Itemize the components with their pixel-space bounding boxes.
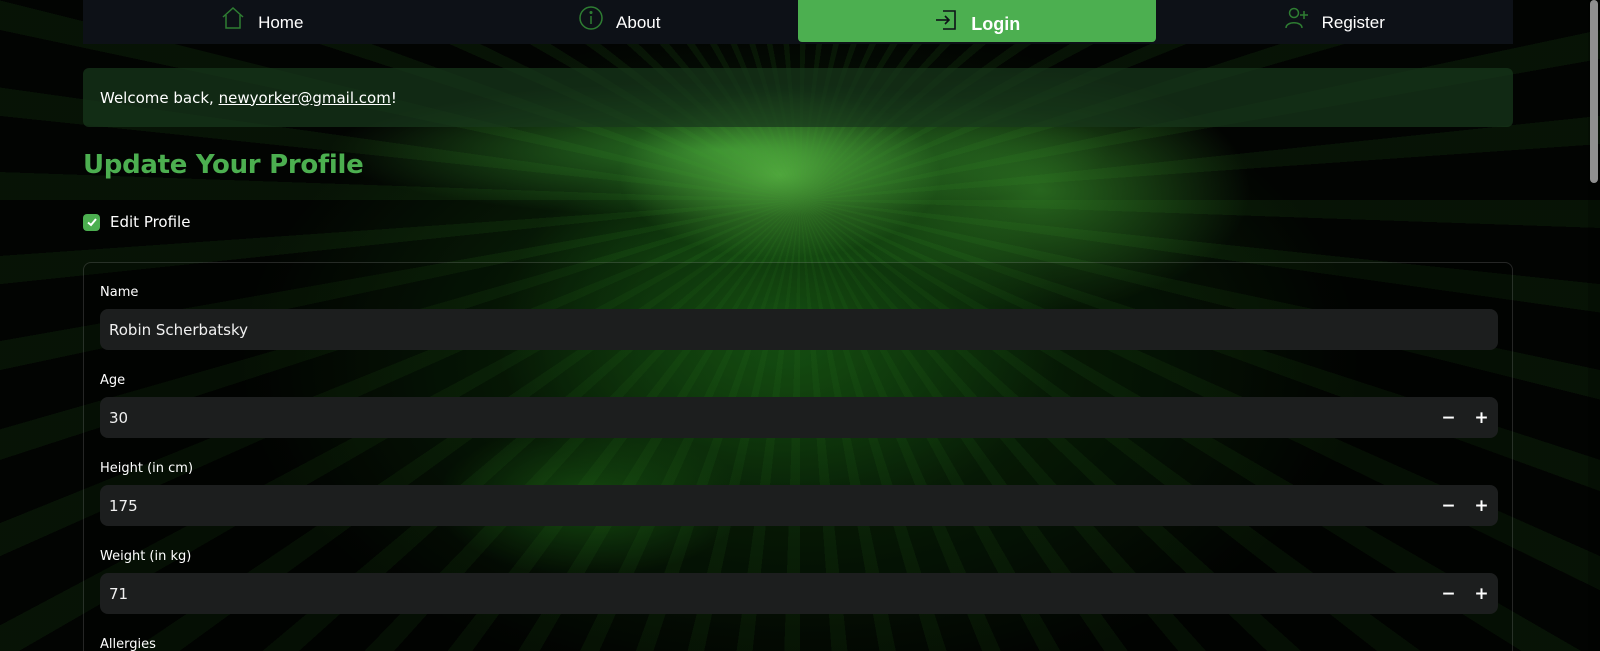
- allergies-label: Allergies: [100, 637, 156, 651]
- nav-label-home: Home: [258, 13, 304, 32]
- height-decrement-button[interactable]: −: [1432, 485, 1465, 526]
- checkmark-icon: [86, 218, 97, 227]
- nav-label-register: Register: [1321, 13, 1385, 32]
- page-title: Update Your Profile: [83, 150, 364, 180]
- height-label: Height (in cm): [100, 461, 194, 476]
- name-field-group: Name Robin Scherbatsky: [100, 284, 1498, 350]
- weight-stepper: − +: [1432, 573, 1498, 614]
- nav-item-register[interactable]: Register: [1156, 0, 1514, 44]
- page-scrollbar[interactable]: [1588, 0, 1600, 651]
- nav-item-about[interactable]: About: [441, 0, 799, 44]
- nav-item-login[interactable]: Login: [798, 0, 1156, 42]
- weight-value: 71: [109, 584, 129, 603]
- weight-decrement-button[interactable]: −: [1432, 573, 1465, 614]
- name-value: Robin Scherbatsky: [109, 320, 248, 339]
- age-increment-button[interactable]: +: [1465, 397, 1498, 438]
- welcome-suffix: !: [390, 88, 397, 107]
- welcome-prefix: Welcome back,: [100, 88, 219, 107]
- age-input[interactable]: 30 − +: [100, 397, 1498, 438]
- edit-profile-label: Edit Profile: [110, 213, 191, 231]
- height-increment-button[interactable]: +: [1465, 485, 1498, 526]
- height-stepper: − +: [1432, 485, 1498, 526]
- weight-input[interactable]: 71 − +: [100, 573, 1498, 614]
- name-input[interactable]: Robin Scherbatsky: [100, 309, 1498, 350]
- profile-form: Name Robin Scherbatsky Age 30 − + Height…: [83, 262, 1513, 651]
- weight-label: Weight (in kg): [100, 549, 192, 564]
- age-decrement-button[interactable]: −: [1432, 397, 1465, 438]
- user-email-link[interactable]: newyorker@gmail.com: [219, 89, 391, 107]
- age-value: 30: [109, 408, 129, 427]
- edit-profile-checkbox[interactable]: [83, 213, 100, 231]
- name-label: Name: [100, 285, 139, 300]
- weight-increment-button[interactable]: +: [1465, 573, 1498, 614]
- age-field-group: Age 30 − +: [100, 372, 1498, 438]
- nav-label-login: Login: [971, 13, 1021, 34]
- age-stepper: − +: [1432, 397, 1498, 438]
- age-label: Age: [100, 373, 126, 388]
- allergies-field-group: Allergies: [100, 636, 1498, 651]
- nav-label-about: About: [616, 13, 661, 32]
- scrollbar-thumb[interactable]: [1590, 0, 1598, 183]
- weight-field-group: Weight (in kg) 71 − +: [100, 548, 1498, 614]
- height-value: 175: [109, 496, 138, 515]
- login-icon: [936, 10, 957, 30]
- height-input[interactable]: 175 − +: [100, 485, 1498, 526]
- top-navbar: Home About Login Register: [83, 0, 1513, 44]
- info-icon: [579, 6, 603, 30]
- nav-item-home[interactable]: Home: [83, 0, 441, 44]
- welcome-banner: Welcome back, newyorker@gmail.com!: [83, 68, 1513, 127]
- height-field-group: Height (in cm) 175 − +: [100, 460, 1498, 526]
- edit-profile-toggle[interactable]: Edit Profile: [83, 213, 190, 231]
- home-icon: [222, 6, 244, 29]
- add-user-icon: [1284, 7, 1308, 29]
